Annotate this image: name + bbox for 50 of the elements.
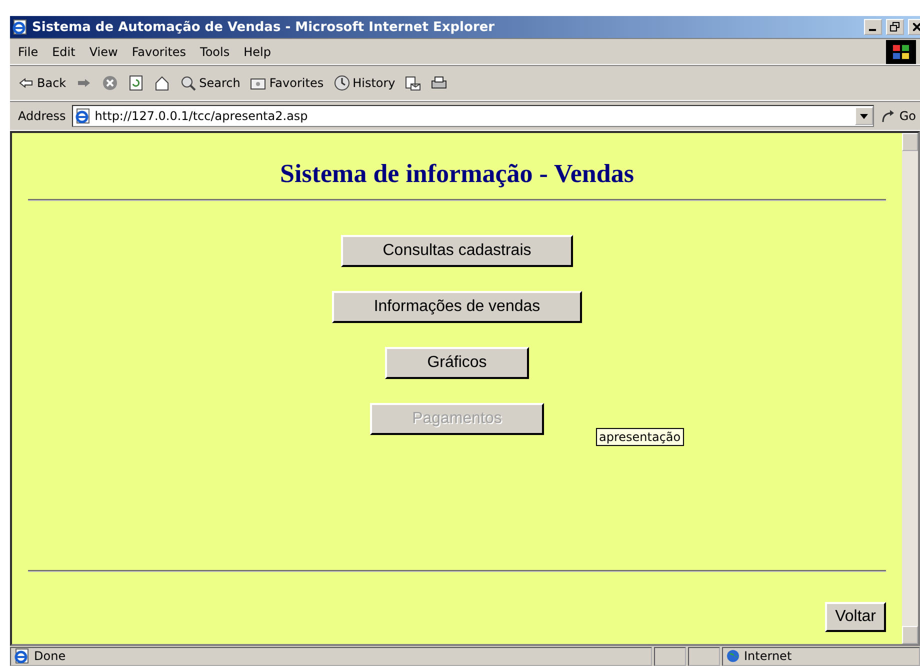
print-button[interactable] <box>431 75 448 91</box>
tooltip: apresentação <box>596 428 684 446</box>
scrollbar[interactable] <box>902 133 918 644</box>
address-label: Address <box>18 109 66 123</box>
menu-button[interactable]: Informações de vendas <box>332 291 582 323</box>
page-icon <box>74 108 91 124</box>
favorites-button[interactable]: Favorites <box>250 75 324 91</box>
dropdown-button[interactable] <box>855 107 874 125</box>
refresh-button[interactable] <box>128 75 144 91</box>
restore-icon <box>890 22 900 32</box>
clock-icon <box>334 75 350 91</box>
windows-logo <box>886 40 916 64</box>
close-icon <box>913 23 920 31</box>
globe-icon <box>726 649 740 663</box>
mail-icon <box>405 75 422 91</box>
minimize-button[interactable] <box>864 19 882 35</box>
restore-button[interactable] <box>886 19 904 35</box>
menu-item[interactable]: File <box>18 44 38 58</box>
menu-button[interactable]: Gráficos <box>385 347 529 379</box>
page-heading: Sistema de informação - Vendas <box>280 159 634 189</box>
browser-icon <box>12 19 28 35</box>
back-button[interactable]: Voltar <box>825 602 886 632</box>
stop-icon <box>102 75 118 91</box>
status-panel <box>654 646 686 666</box>
back-arrow-icon <box>18 75 34 91</box>
search-button[interactable]: Search <box>180 75 240 91</box>
page-icon <box>14 648 30 664</box>
curved-arrow-icon <box>880 108 896 124</box>
menu-item[interactable]: Favorites <box>132 44 186 58</box>
status-text: Done <box>34 649 66 663</box>
window-title: Sistema de Automação de Vendas - Microsoft Internet Explorer <box>32 20 495 34</box>
home-button[interactable] <box>154 75 170 91</box>
history-button[interactable]: History <box>334 75 396 91</box>
menu-button[interactable]: Consultas cadastrais <box>340 235 574 267</box>
back-button[interactable]: Back <box>18 75 66 91</box>
mail-button[interactable] <box>405 75 422 91</box>
printer-icon <box>431 75 448 91</box>
refresh-icon <box>128 75 144 91</box>
status-panel <box>688 646 720 666</box>
address-field[interactable]: http://127.0.0.1/tcc/apresenta2.asp <box>72 105 874 127</box>
menu-item[interactable]: Tools <box>200 44 230 58</box>
search-icon <box>180 75 196 91</box>
menu-item[interactable]: View <box>89 44 118 58</box>
stop-button[interactable] <box>102 75 118 91</box>
zone-text: Internet <box>744 649 792 663</box>
menu-item[interactable]: Edit <box>52 44 76 58</box>
home-icon <box>154 75 170 91</box>
go-button[interactable]: Go <box>880 108 916 124</box>
caret-icon <box>860 114 868 118</box>
menu-item[interactable]: Help <box>244 44 271 58</box>
